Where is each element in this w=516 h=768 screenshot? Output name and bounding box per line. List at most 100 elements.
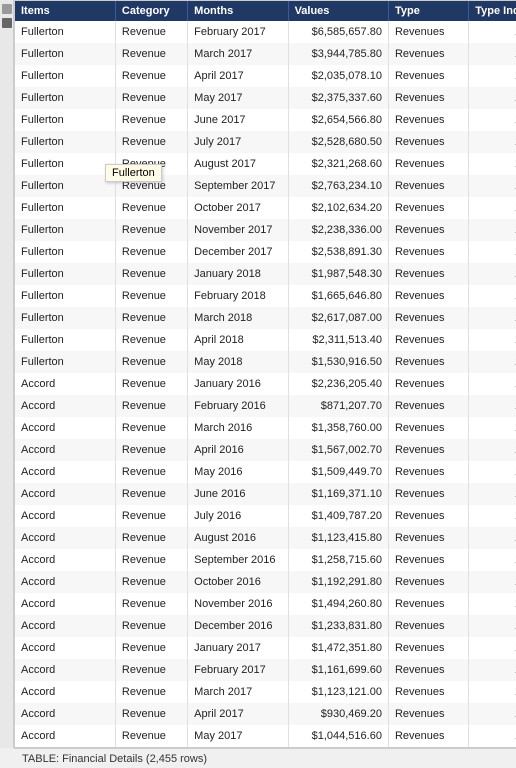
cell-type: Revenues	[388, 505, 468, 527]
cell-items: Accord	[15, 725, 115, 747]
table-row[interactable]: FullertonRevenueJune 2017$2,654,566.80Re…	[15, 109, 516, 131]
table-row[interactable]: AccordRevenueDecember 2016$1,233,831.80R…	[15, 615, 516, 637]
cell-category: Revenue	[115, 109, 187, 131]
cell-category: Revenue	[115, 615, 187, 637]
table-row[interactable]: AccordRevenueMarch 2016$1,358,760.00Reve…	[15, 417, 516, 439]
col-header-typeindex[interactable]: Type Index	[469, 1, 516, 21]
table-row[interactable]: AccordRevenueApril 2017$930,469.20Revenu…	[15, 703, 516, 725]
cell-months: January 2016	[188, 373, 288, 395]
col-header-category[interactable]: Category	[115, 1, 187, 21]
cell-items: Accord	[15, 527, 115, 549]
cell-typeindex: 1	[469, 461, 516, 483]
table-row[interactable]: FullertonRevenueMay 2017$2,375,337.60Rev…	[15, 87, 516, 109]
table-row[interactable]: FullertonRevenueJuly 2017$2,528,680.50Re…	[15, 131, 516, 153]
cell-type: Revenues	[388, 43, 468, 65]
cell-typeindex: 1	[469, 219, 516, 241]
table-row[interactable]: AccordRevenueMay 2016$1,509,449.70Revenu…	[15, 461, 516, 483]
cell-typeindex: 1	[469, 439, 516, 461]
table-row[interactable]: FullertonRevenueApril 2017$2,035,078.10R…	[15, 65, 516, 87]
cell-items: Fullerton	[15, 197, 115, 219]
table-row[interactable]: AccordRevenueSeptember 2016$1,258,715.60…	[15, 549, 516, 571]
cell-typeindex: 1	[469, 131, 516, 153]
table-row[interactable]: FullertonRevenueAugust 2017$2,321,268.60…	[15, 153, 516, 175]
cell-type: Revenues	[388, 725, 468, 747]
col-header-months[interactable]: Months	[188, 1, 288, 21]
cell-category: Revenue	[115, 351, 187, 373]
cell-months: March 2017	[188, 681, 288, 703]
cell-category: Revenue	[115, 241, 187, 263]
cell-type: Revenues	[388, 593, 468, 615]
table-row[interactable]: AccordRevenueJanuary 2017$1,472,351.80Re…	[15, 637, 516, 659]
table-row[interactable]: FullertonRevenueFebruary 2017$6,585,657.…	[15, 21, 516, 43]
cell-category: Revenue	[115, 703, 187, 725]
cell-typeindex: 1	[469, 263, 516, 285]
col-header-values[interactable]: Values	[288, 1, 388, 21]
cell-items: Accord	[15, 417, 115, 439]
cell-category: Revenue	[115, 681, 187, 703]
cell-typeindex: 1	[469, 549, 516, 571]
cell-items: Accord	[15, 571, 115, 593]
data-table-container[interactable]: Fullerton ItemsCategoryMonthsValuesTypeT…	[14, 0, 516, 748]
cell-values: $2,763,234.10	[288, 175, 388, 197]
cell-category: Revenue	[115, 307, 187, 329]
cell-category: Revenue	[115, 395, 187, 417]
cell-category: Revenue	[115, 461, 187, 483]
table-row[interactable]: AccordRevenueFebruary 2016$871,207.70Rev…	[15, 395, 516, 417]
table-row[interactable]: FullertonRevenueApril 2018$2,311,513.40R…	[15, 329, 516, 351]
cell-category: Revenue	[115, 571, 187, 593]
cell-typeindex: 1	[469, 681, 516, 703]
table-row[interactable]: FullertonRevenueOctober 2017$2,102,634.2…	[15, 197, 516, 219]
cell-values: $1,665,646.80	[288, 285, 388, 307]
status-bar: TABLE: Financial Details (2,455 rows)	[14, 748, 516, 768]
cell-type: Revenues	[388, 131, 468, 153]
data-table: ItemsCategoryMonthsValuesTypeType Index …	[15, 1, 516, 748]
table-row[interactable]: AccordRevenueApril 2016$1,567,002.70Reve…	[15, 439, 516, 461]
table-row[interactable]: AccordRevenueJuly 2016$1,409,787.20Reven…	[15, 505, 516, 527]
cell-months: September 2017	[188, 175, 288, 197]
table-row[interactable]: AccordRevenueMay 2017$1,044,516.60Revenu…	[15, 725, 516, 747]
table-row[interactable]: AccordRevenueJune 2017$1,459,233.20Reven…	[15, 747, 516, 748]
cell-category: Revenue	[115, 263, 187, 285]
cell-type: Revenues	[388, 241, 468, 263]
cell-values: $1,472,351.80	[288, 637, 388, 659]
table-row[interactable]: FullertonRevenueDecember 2017$2,538,891.…	[15, 241, 516, 263]
panel-icon-2	[2, 18, 12, 28]
cell-months: June 2017	[188, 109, 288, 131]
cell-values: $2,311,513.40	[288, 329, 388, 351]
table-row[interactable]: FullertonRevenueJanuary 2018$1,987,548.3…	[15, 263, 516, 285]
cell-type: Revenues	[388, 461, 468, 483]
cell-months: May 2018	[188, 351, 288, 373]
cell-months: May 2017	[188, 725, 288, 747]
table-row[interactable]: FullertonRevenueNovember 2017$2,238,336.…	[15, 219, 516, 241]
cell-months: September 2016	[188, 549, 288, 571]
cell-months: March 2017	[188, 43, 288, 65]
table-row[interactable]: AccordRevenueMarch 2017$1,123,121.00Reve…	[15, 681, 516, 703]
table-row[interactable]: FullertonRevenueMarch 2017$3,944,785.80R…	[15, 43, 516, 65]
cell-category: Revenue	[115, 593, 187, 615]
table-row[interactable]: AccordRevenueOctober 2016$1,192,291.80Re…	[15, 571, 516, 593]
cell-values: $2,238,336.00	[288, 219, 388, 241]
cell-category: Revenue	[115, 285, 187, 307]
cell-items: Fullerton	[15, 131, 115, 153]
table-row[interactable]: AccordRevenueAugust 2016$1,123,415.80Rev…	[15, 527, 516, 549]
cell-type: Revenues	[388, 21, 468, 43]
cell-type: Revenues	[388, 351, 468, 373]
cell-typeindex: 1	[469, 197, 516, 219]
table-row[interactable]: FullertonRevenueMay 2018$1,530,916.50Rev…	[15, 351, 516, 373]
table-row[interactable]: AccordRevenueJune 2016$1,169,371.10Reven…	[15, 483, 516, 505]
cell-type: Revenues	[388, 637, 468, 659]
cell-type: Revenues	[388, 197, 468, 219]
col-header-items[interactable]: Items	[15, 1, 115, 21]
table-row[interactable]: AccordRevenueJanuary 2016$2,236,205.40Re…	[15, 373, 516, 395]
main-content: Fullerton ItemsCategoryMonthsValuesTypeT…	[14, 0, 516, 768]
cell-typeindex: 1	[469, 395, 516, 417]
cell-items: Fullerton	[15, 307, 115, 329]
col-header-type[interactable]: Type	[388, 1, 468, 21]
cell-typeindex: 1	[469, 351, 516, 373]
cell-type: Revenues	[388, 747, 468, 748]
table-row[interactable]: FullertonRevenueFebruary 2018$1,665,646.…	[15, 285, 516, 307]
table-row[interactable]: AccordRevenueNovember 2016$1,494,260.80R…	[15, 593, 516, 615]
table-row[interactable]: AccordRevenueFebruary 2017$1,161,699.60R…	[15, 659, 516, 681]
table-row[interactable]: FullertonRevenueSeptember 2017$2,763,234…	[15, 175, 516, 197]
table-row[interactable]: FullertonRevenueMarch 2018$2,617,087.00R…	[15, 307, 516, 329]
